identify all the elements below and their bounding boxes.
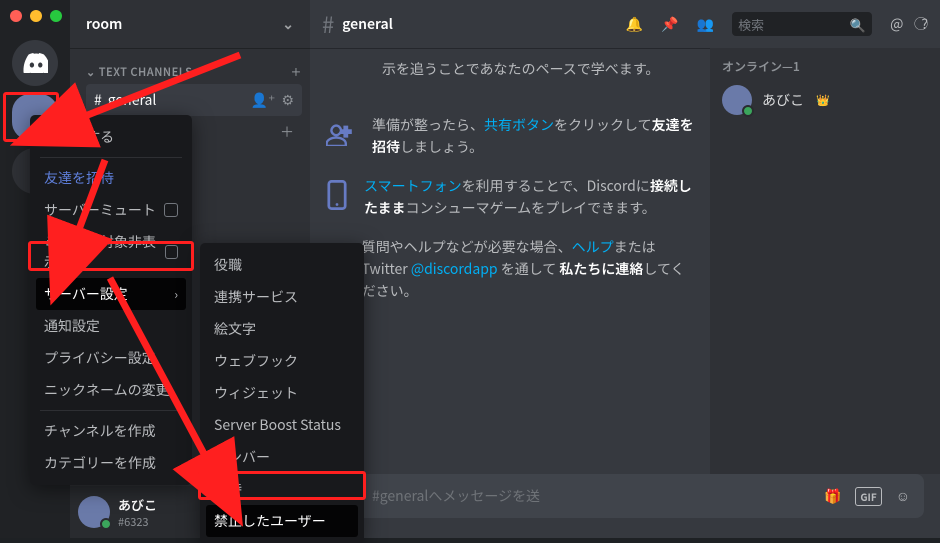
annotation-arrows [0,0,940,538]
